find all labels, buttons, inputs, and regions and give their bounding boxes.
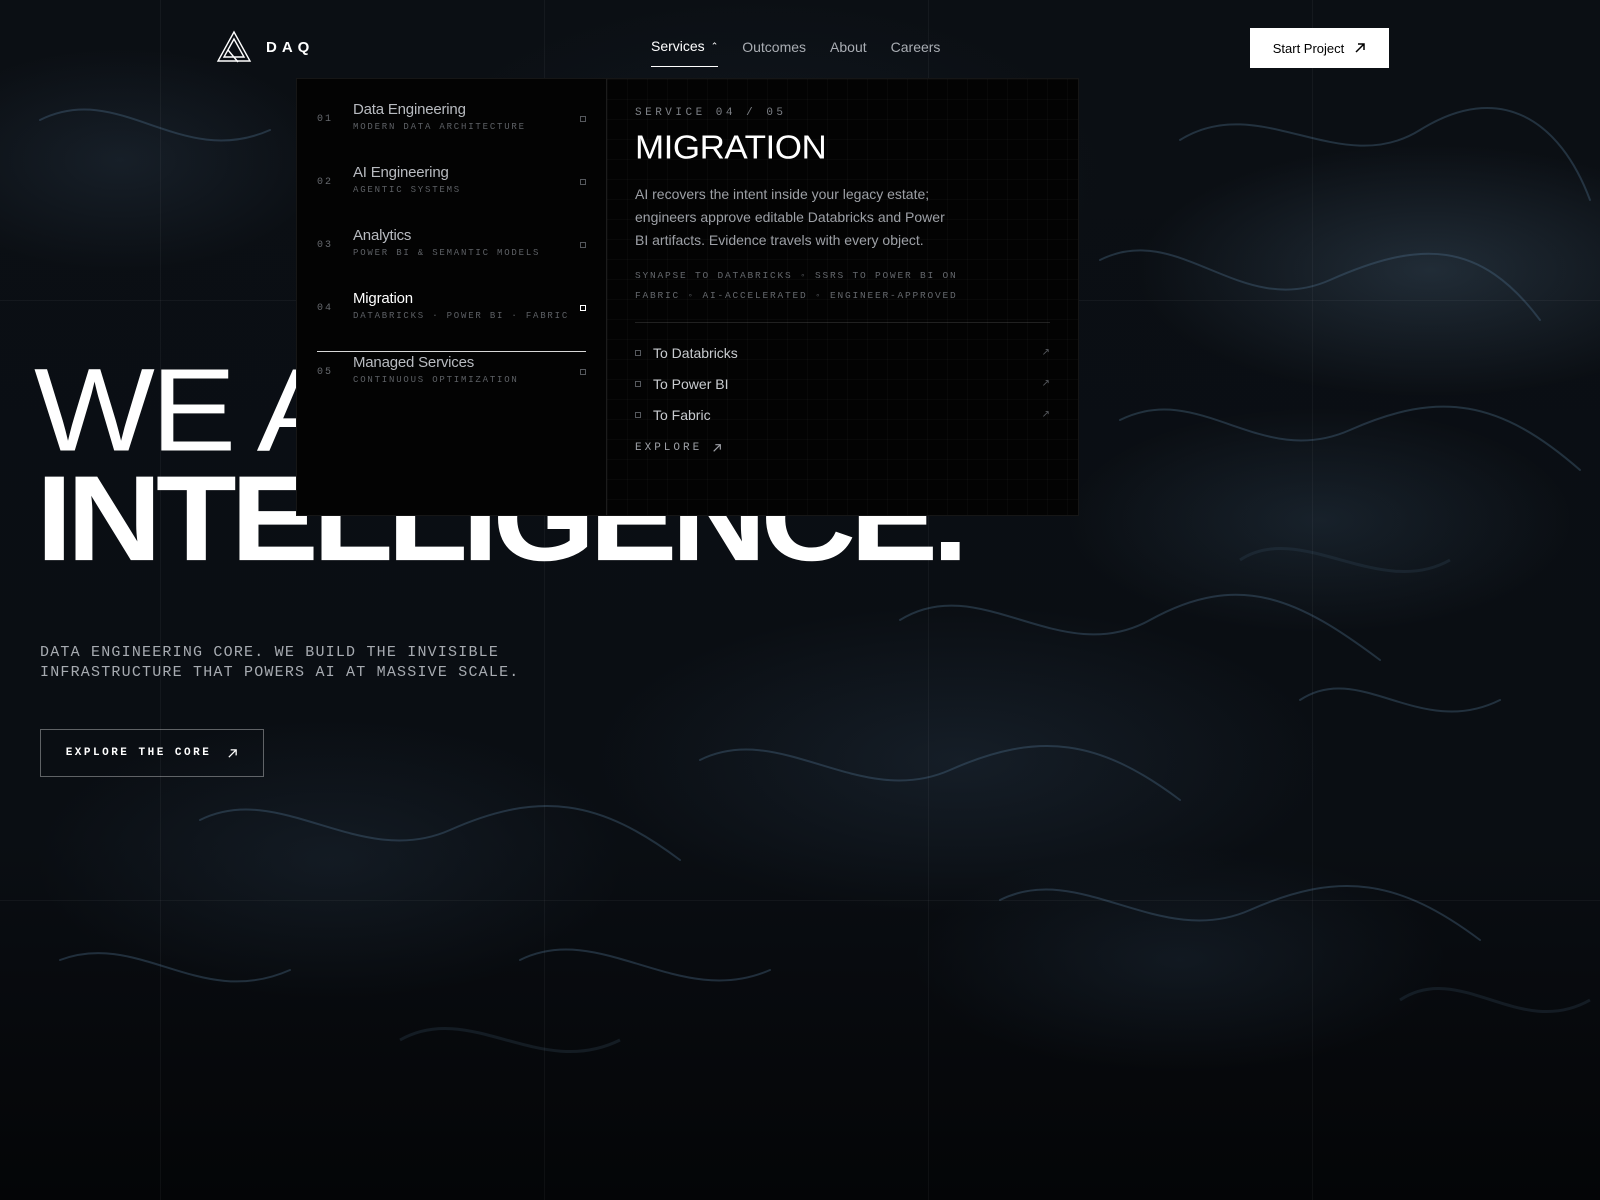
- service-title: Data Engineering: [353, 101, 466, 118]
- square-indicator-icon: [580, 242, 586, 248]
- service-subtitle: AGENTIC SYSTEMS: [353, 185, 462, 195]
- service-subtitle: DATABRICKS · POWER BI · FABRIC: [353, 311, 570, 321]
- arrow-up-right-icon: ↗: [1041, 378, 1050, 389]
- divider: [635, 322, 1050, 323]
- chevron-up-icon: ⌃: [710, 40, 719, 51]
- link-to-fabric[interactable]: To Fabric ↗: [635, 399, 1050, 430]
- nav-item-outcomes[interactable]: Outcomes: [742, 38, 806, 67]
- square-bullet-icon: [635, 349, 641, 356]
- migration-links: To Databricks ↗ To Power BI ↗ To Fabric …: [635, 337, 1050, 430]
- start-project-label: Start Project: [1272, 40, 1345, 56]
- service-tags: SYNAPSE TO DATABRICKS ◦ SSRS TO POWER BI…: [635, 270, 958, 301]
- service-number: 03: [317, 240, 334, 251]
- nav-item-label: Outcomes: [742, 38, 807, 55]
- nav-item-label: Careers: [890, 38, 941, 55]
- square-indicator-icon: [580, 179, 586, 185]
- triangle-logo-icon: [216, 30, 252, 63]
- service-item-ai-engineering[interactable]: 02 AI Engineering AGENTIC SYSTEMS: [317, 162, 586, 225]
- service-item-data-engineering[interactable]: 01 Data Engineering MODERN DATA ARCHITEC…: [317, 99, 586, 162]
- arrow-up-right-icon: [228, 748, 238, 758]
- square-indicator-icon: [580, 369, 586, 375]
- grid-line: [160, 0, 161, 1200]
- brand-logo[interactable]: DAQ: [216, 30, 314, 64]
- service-subtitle: CONTINUOUS OPTIMIZATION: [353, 375, 519, 385]
- arrow-up-right-icon: [713, 444, 722, 452]
- service-number: 02: [317, 177, 334, 188]
- service-heading: MIGRATION: [635, 129, 827, 167]
- service-counter: SERVICE 04 / 05: [635, 107, 787, 119]
- arrow-up-right-icon: [1355, 43, 1366, 53]
- nav-item-about[interactable]: About: [830, 38, 867, 67]
- start-project-button[interactable]: Start Project: [1250, 28, 1389, 68]
- nav-item-careers[interactable]: Careers: [891, 38, 941, 67]
- link-to-power-bi[interactable]: To Power BI ↗: [635, 368, 1050, 399]
- nav-item-label: Services: [651, 38, 705, 54]
- service-subtitle: POWER BI & SEMANTIC MODELS: [353, 248, 541, 258]
- square-bullet-icon: [635, 380, 641, 387]
- link-label: To Power BI: [653, 375, 729, 392]
- service-subtitle: MODERN DATA ARCHITECTURE: [353, 122, 526, 132]
- service-title: Managed Services: [353, 354, 475, 371]
- service-detail-panel: SERVICE 04 / 05 MIGRATION AI recovers th…: [607, 79, 1078, 515]
- brand-name: DAQ: [266, 38, 315, 56]
- nav-item-label: About: [830, 38, 867, 55]
- service-number: 01: [317, 114, 334, 125]
- square-indicator-icon: [580, 116, 586, 122]
- arrow-up-right-icon: ↗: [1041, 409, 1050, 420]
- link-label: To Databricks: [653, 344, 738, 361]
- explore-label: EXPLORE: [635, 442, 703, 454]
- service-item-migration[interactable]: 04 Migration DATABRICKS · POWER BI · FAB…: [317, 288, 586, 352]
- service-title: Migration: [353, 290, 413, 307]
- grid-line: [1312, 0, 1313, 1200]
- explore-the-core-label: EXPLORE THE CORE: [65, 747, 212, 759]
- hero-subtitle: DATA ENGINEERING CORE. WE BUILD THE INVI…: [40, 644, 520, 681]
- square-bullet-icon: [635, 411, 641, 418]
- nav-item-services[interactable]: Services ⌃: [651, 38, 719, 67]
- grid-line: [0, 900, 1600, 901]
- square-indicator-icon: [580, 305, 586, 311]
- services-dropdown: 01 Data Engineering MODERN DATA ARCHITEC…: [296, 78, 1079, 516]
- link-label: To Fabric: [653, 406, 711, 423]
- explore-link[interactable]: EXPLORE: [635, 442, 1050, 454]
- arrow-up-right-icon: ↗: [1041, 347, 1050, 358]
- explore-the-core-button[interactable]: EXPLORE THE CORE: [40, 729, 264, 777]
- service-item-analytics[interactable]: 03 Analytics POWER BI & SEMANTIC MODELS: [317, 225, 586, 288]
- service-title: AI Engineering: [353, 164, 449, 181]
- service-number: 05: [317, 367, 334, 378]
- services-list: 01 Data Engineering MODERN DATA ARCHITEC…: [297, 79, 607, 515]
- service-number: 04: [317, 303, 334, 314]
- service-description: AI recovers the intent inside your legac…: [635, 186, 945, 248]
- main-nav: Services ⌃ Outcomes About Careers: [651, 38, 940, 67]
- link-to-databricks[interactable]: To Databricks ↗: [635, 337, 1050, 368]
- service-title: Analytics: [353, 227, 412, 244]
- service-item-managed-services[interactable]: 05 Managed Services CONTINUOUS OPTIMIZAT…: [317, 352, 586, 415]
